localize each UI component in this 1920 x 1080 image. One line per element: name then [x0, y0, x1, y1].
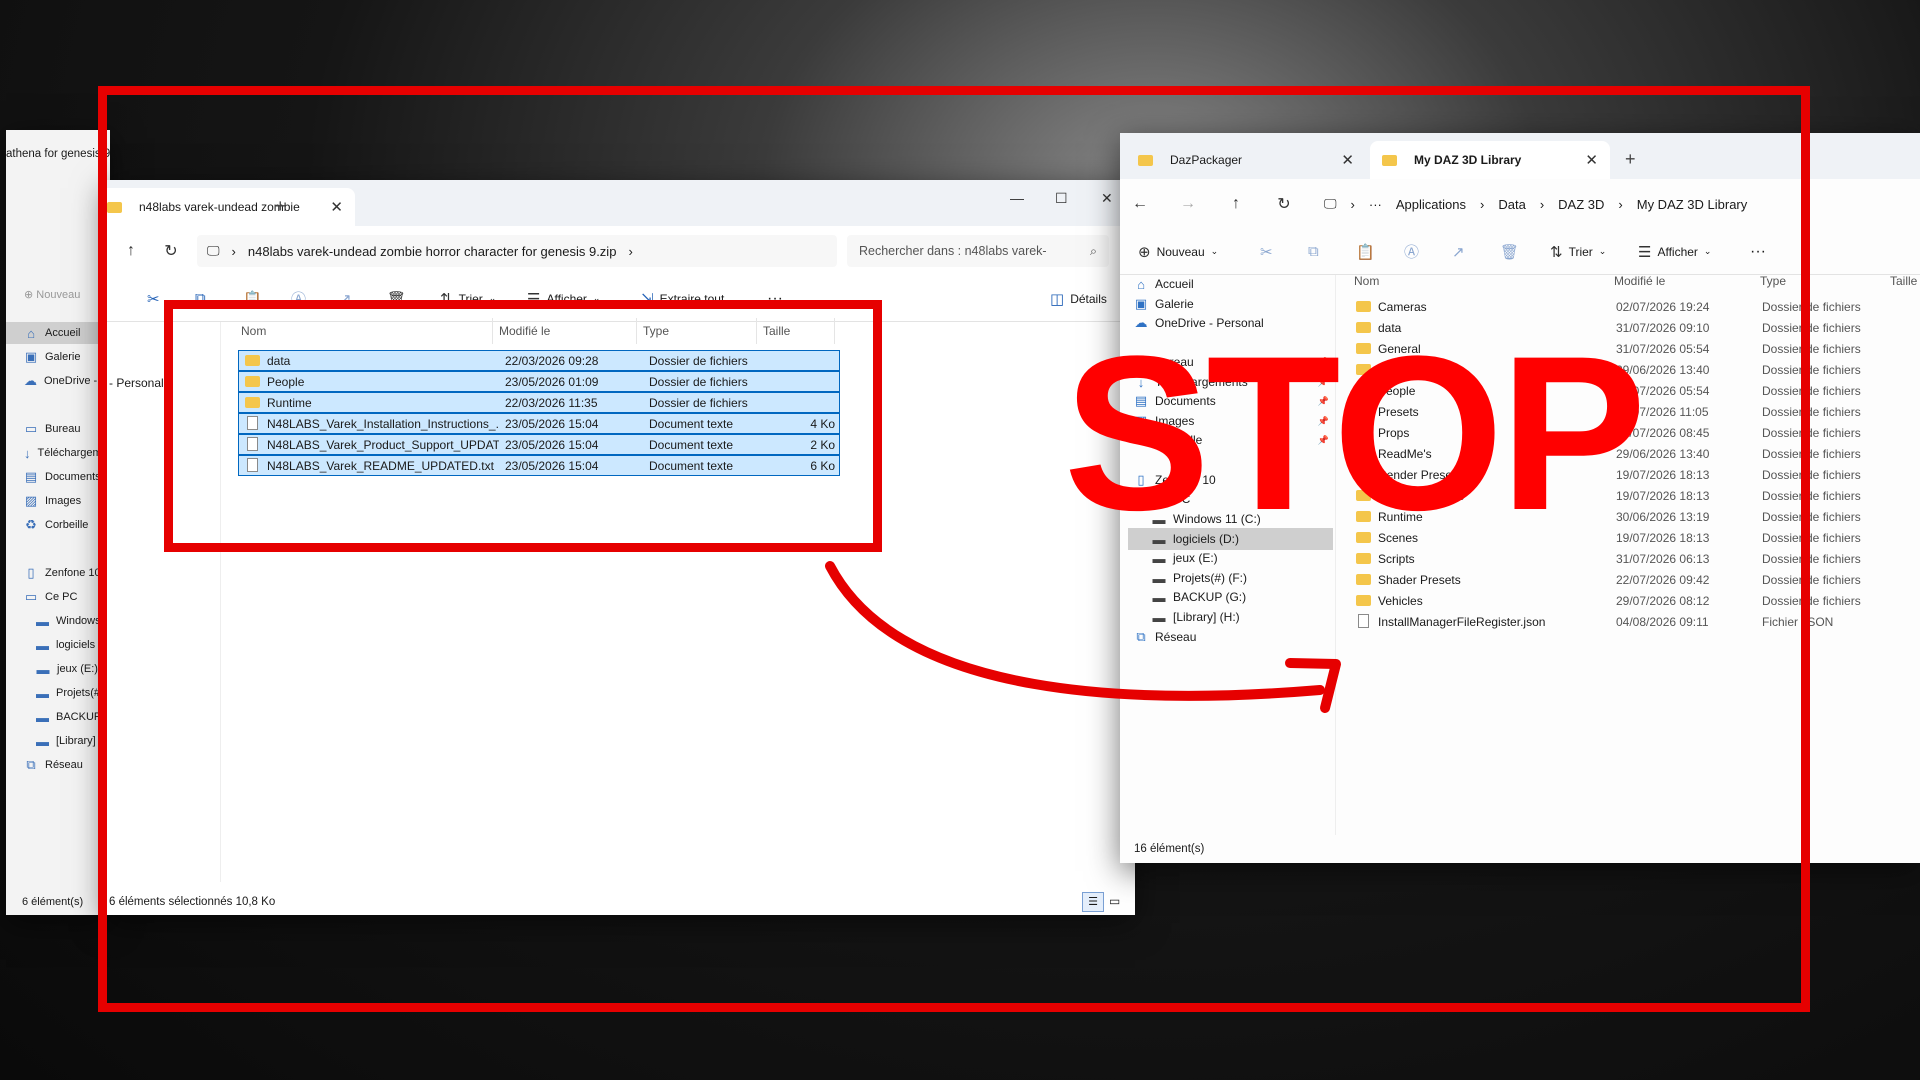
- red-arrow-curve: [825, 561, 1325, 701]
- stop-warning-text: STOP: [1063, 310, 1647, 556]
- red-arrowhead: [1285, 658, 1341, 713]
